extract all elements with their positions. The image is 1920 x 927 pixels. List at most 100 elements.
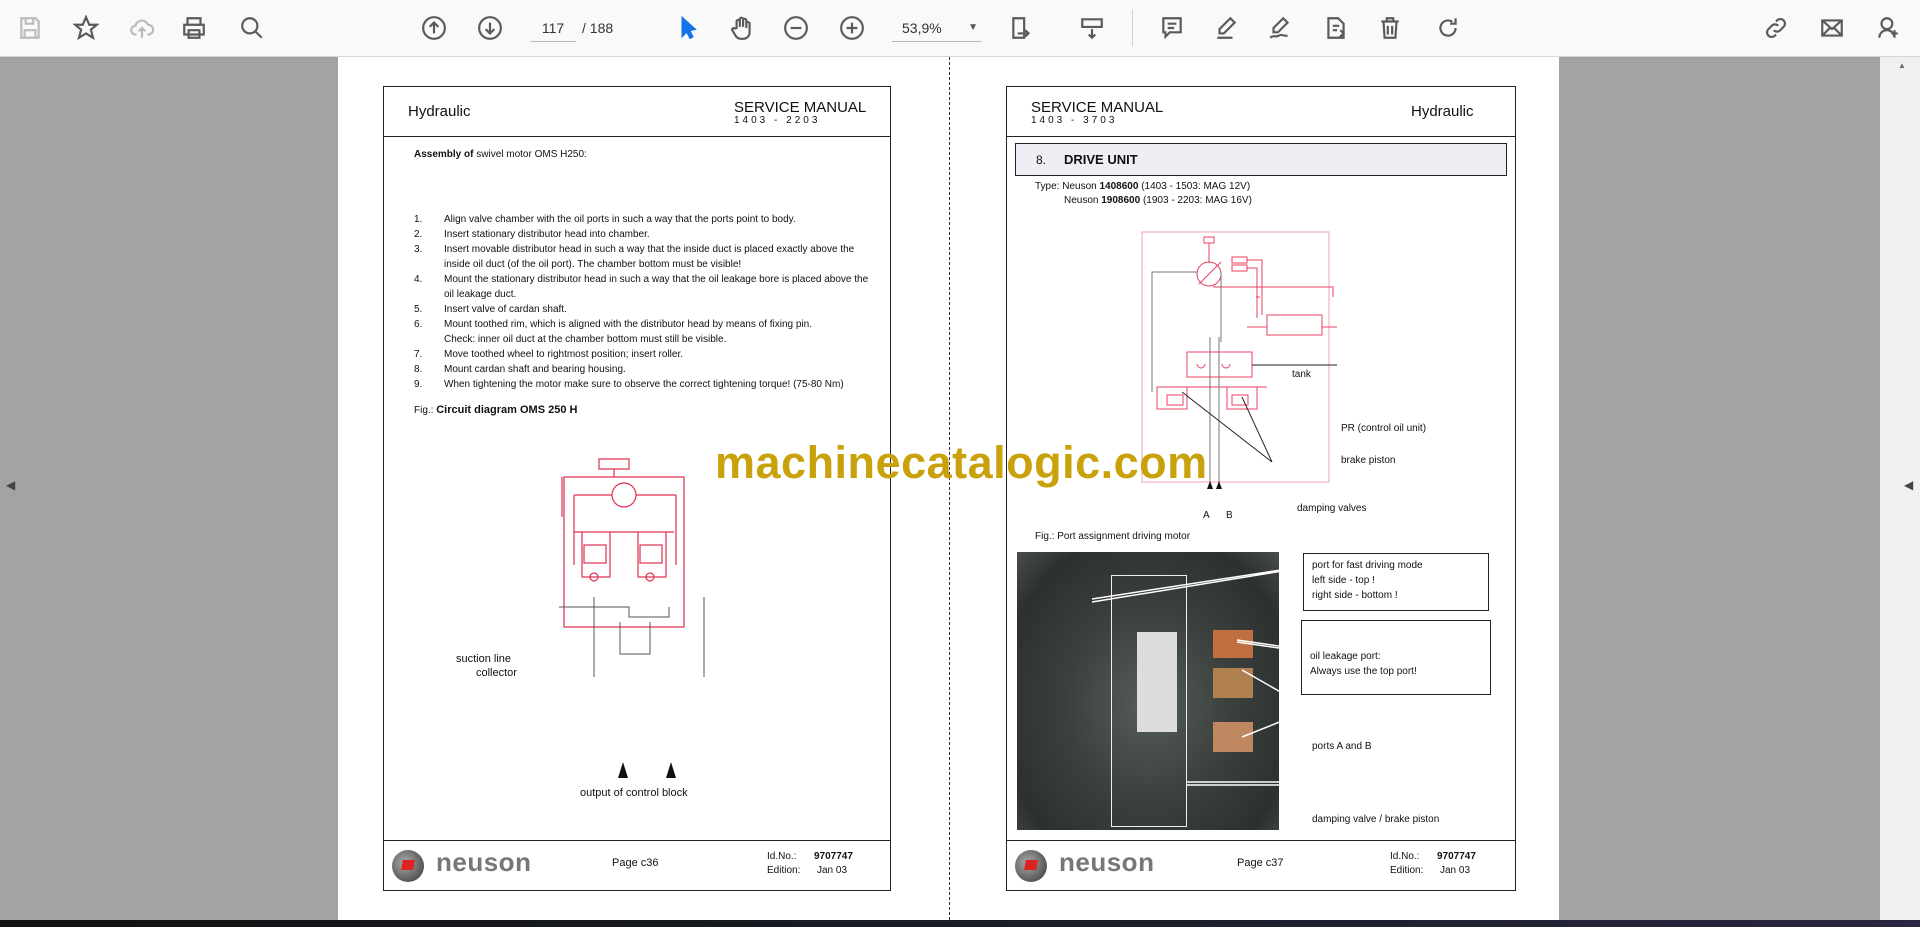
callout-lines [1091, 565, 1313, 786]
assembly-heading: Assembly of swivel motor OMS H250: [414, 149, 587, 160]
zoom-out-icon[interactable] [780, 12, 812, 44]
print-icon[interactable] [178, 12, 210, 44]
step-number [414, 287, 444, 302]
page-number-input[interactable]: 117 [530, 14, 576, 42]
page-footer: neuson Page c36 Id.No.: 9707747 Edition:… [384, 840, 890, 890]
zoom-level-dropdown[interactable]: 53,9% ▼ [892, 14, 982, 42]
delete-icon[interactable] [1374, 12, 1406, 44]
neuson-logo [1015, 850, 1047, 882]
arrow-up-icon [618, 762, 628, 778]
assembly-step: 7. Move toothed wheel to rightmost positi… [414, 347, 868, 362]
model-range: 1403 - 2203 [734, 115, 821, 126]
assembly-step: Check: inner oil duct at the chamber bot… [414, 332, 868, 347]
email-icon[interactable] [1816, 12, 1848, 44]
vertical-scrollbar[interactable]: ▲ [1880, 57, 1920, 920]
chapter-banner: 8. DRIVE UNIT [1015, 143, 1507, 176]
next-page-icon[interactable] [474, 12, 506, 44]
step-text: When tightening the motor make sure to o… [444, 379, 844, 390]
circuit-diagram-oms250h [559, 458, 705, 677]
step-text: Move toothed wheel to rightmost position… [444, 349, 684, 360]
rotate-icon[interactable] [1432, 12, 1464, 44]
step-number: 1. [414, 214, 423, 225]
section-title: Hydraulic [408, 103, 471, 120]
step-number [414, 257, 444, 272]
label-output-control-block: output of control block [580, 787, 688, 799]
edit-text-icon[interactable] [1320, 12, 1352, 44]
assembly-step: 1. Align valve chamber with the oil ports… [414, 212, 868, 227]
assembly-step: 2. Insert stationary distributor head int… [414, 227, 868, 242]
manual-title: SERVICE MANUAL [1031, 99, 1164, 116]
page-header: Hydraulic SERVICE MANUAL 1403 - 2203 [384, 87, 890, 137]
label-port-b: B [1226, 510, 1233, 521]
expand-left-panel-icon[interactable]: ◀ [6, 478, 15, 492]
step-number: 5. [414, 304, 423, 315]
label-pr-control-oil-unit: PR (control oil unit) [1341, 423, 1427, 434]
label-tank: tank [1292, 369, 1311, 380]
type-line-1: Type: Neuson 1408600 (1403 - 1503: MAG 1… [1035, 181, 1251, 192]
model-range: 1403 - 3703 [1031, 115, 1118, 126]
expand-right-panel-icon[interactable]: ◀ [1904, 478, 1913, 492]
brand-name: neuson [1059, 847, 1155, 877]
highlight-pen-icon[interactable] [1210, 12, 1242, 44]
page-label: Page c36 [612, 857, 659, 869]
step-text: Align valve chamber with the oil ports i… [444, 214, 796, 225]
scroll-up-icon[interactable]: ▲ [1898, 61, 1906, 70]
hand-pan-icon[interactable] [726, 12, 758, 44]
step-text: Check: inner oil duct at the chamber bot… [444, 334, 727, 345]
assembly-step: oil leakage duct. [414, 287, 868, 302]
label-collector: collector [476, 667, 517, 679]
id-number: 9707747 [1437, 851, 1476, 862]
toolbar: 117 / 188 53,9% ▼ [0, 0, 1920, 57]
step-text: oil leakage duct. [444, 289, 517, 300]
find-zoom-icon[interactable] [236, 12, 268, 44]
figure-caption: Fig.: Port assignment driving motor [1035, 531, 1191, 542]
section-title: Hydraulic [1411, 103, 1474, 120]
step-text: Mount toothed rim, which is aligned with… [444, 319, 812, 330]
manual-title: SERVICE MANUAL [734, 99, 867, 116]
total-pages: / 188 [582, 20, 614, 36]
id-label: Id.No.: [1390, 851, 1420, 862]
share-link-icon[interactable] [1760, 12, 1792, 44]
assembly-step: 5. Insert valve of cardan shaft. [414, 302, 868, 317]
step-text: Mount cardan shaft and bearing housing. [444, 364, 626, 375]
callout-oil-leakage-port: oil leakage port: Always use the top port… [1301, 620, 1491, 695]
edition-value: Jan 03 [1440, 865, 1471, 876]
scroll-mode-icon[interactable] [1076, 12, 1108, 44]
page-header: SERVICE MANUAL 1403 - 3703 Hydraulic [1007, 87, 1515, 137]
step-text: inside oil duct (of the oil port). The c… [444, 259, 742, 270]
step-text: Insert stationary distributor head into … [444, 229, 650, 240]
sign-icon[interactable] [1264, 12, 1296, 44]
assembly-step: 8. Mount cardan shaft and bearing housing… [414, 362, 868, 377]
upload-cloud-icon[interactable] [126, 12, 158, 44]
assembly-step: 6. Mount toothed rim, which is aligned wi… [414, 317, 868, 332]
bookmark-star-icon[interactable] [70, 12, 102, 44]
toolbar-divider [1132, 10, 1133, 46]
step-number: 8. [414, 364, 423, 375]
label-damping-valves: damping valves [1297, 503, 1367, 514]
select-cursor-icon[interactable] [672, 12, 704, 44]
step-number: 6. [414, 319, 423, 330]
prev-page-icon[interactable] [418, 12, 450, 44]
brand-name: neuson [436, 847, 532, 877]
zoom-in-icon[interactable] [836, 12, 868, 44]
label-port-a: A [1203, 510, 1210, 521]
edition-label: Edition: [767, 865, 801, 876]
assembly-step: 9. When tightening the motor make sure to… [414, 377, 868, 392]
page-label: Page c37 [1237, 857, 1284, 869]
step-number [414, 332, 444, 347]
save-icon[interactable] [14, 12, 46, 44]
step-text: Mount the stationary distributor head in… [444, 274, 869, 285]
chevron-down-icon: ▼ [968, 22, 978, 33]
page-footer: neuson Page c37 Id.No.: 9707747 Edition:… [1007, 840, 1515, 890]
add-user-icon[interactable] [1872, 12, 1904, 44]
comment-icon[interactable] [1156, 12, 1188, 44]
assembly-step: 4. Mount the stationary distributor head … [414, 272, 868, 287]
id-number: 9707747 [814, 851, 853, 862]
label-suction-line: suction line [456, 653, 512, 665]
watermark: machinecatalogic.com [715, 437, 1208, 488]
assembly-step: 3. Insert movable distributor head in suc… [414, 242, 868, 257]
fit-page-icon[interactable] [1006, 12, 1038, 44]
label-ports-a-b: ports A and B [1312, 741, 1372, 752]
type-line-2: Neuson 1908600 (1903 - 2203: MAG 16V) [1064, 195, 1252, 206]
id-label: Id.No.: [767, 851, 797, 862]
